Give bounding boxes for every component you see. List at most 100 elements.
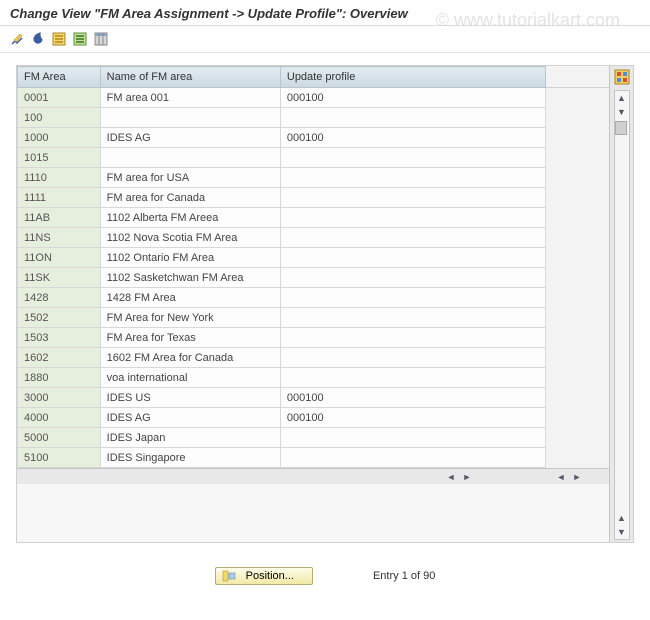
scroll-down-icon[interactable]: ▼	[615, 105, 629, 119]
table-row[interactable]: 11ON1102 Ontario FM Area	[18, 248, 610, 268]
undo-icon[interactable]	[29, 30, 47, 48]
cell-profile[interactable]	[280, 428, 545, 448]
table-row[interactable]: 14281428 FM Area	[18, 288, 610, 308]
cell-name[interactable]: 1602 FM Area for Canada	[100, 348, 280, 368]
cell-name[interactable]: 1102 Nova Scotia FM Area	[100, 228, 280, 248]
cell-fm-area[interactable]: 11AB	[18, 208, 101, 228]
cell-fm-area[interactable]: 3000	[18, 388, 101, 408]
table-row[interactable]: 5000IDES Japan	[18, 428, 610, 448]
scroll-left-icon[interactable]: ◄	[444, 470, 458, 484]
cell-profile[interactable]	[280, 148, 545, 168]
scrollbar-thumb[interactable]	[615, 121, 627, 135]
scroll-up-icon[interactable]: ▲	[615, 511, 629, 525]
table-row[interactable]: 4000IDES AG000100	[18, 408, 610, 428]
deselect-all-icon[interactable]	[71, 30, 89, 48]
cell-name[interactable]: 1428 FM Area	[100, 288, 280, 308]
cell-name[interactable]: IDES Singapore	[100, 448, 280, 468]
cell-fm-area[interactable]: 0001	[18, 88, 101, 108]
cell-fm-area[interactable]: 11NS	[18, 228, 101, 248]
cell-fm-area[interactable]: 100	[18, 108, 101, 128]
scroll-right-icon[interactable]: ►	[460, 470, 474, 484]
column-header-fm-area[interactable]: FM Area	[18, 67, 101, 88]
cell-name[interactable]: IDES Japan	[100, 428, 280, 448]
table-row[interactable]: 16021602 FM Area for Canada	[18, 348, 610, 368]
cell-name[interactable]: FM area for Canada	[100, 188, 280, 208]
cell-fm-area[interactable]: 1111	[18, 188, 101, 208]
cell-spacer	[545, 288, 609, 308]
cell-fm-area[interactable]: 1503	[18, 328, 101, 348]
cell-profile[interactable]: 000100	[280, 388, 545, 408]
cell-name[interactable]: FM Area for Texas	[100, 328, 280, 348]
cell-fm-area[interactable]: 1502	[18, 308, 101, 328]
table-row[interactable]: 5100IDES Singapore	[18, 448, 610, 468]
table-row[interactable]: 0001FM area 001000100	[18, 88, 610, 108]
cell-fm-area[interactable]: 5000	[18, 428, 101, 448]
scroll-right-icon[interactable]: ►	[570, 470, 584, 484]
cell-name[interactable]: IDES US	[100, 388, 280, 408]
cell-profile[interactable]	[280, 288, 545, 308]
scroll-left-icon[interactable]: ◄	[554, 470, 568, 484]
cell-fm-area[interactable]: 1880	[18, 368, 101, 388]
cell-fm-area[interactable]: 11ON	[18, 248, 101, 268]
cell-fm-area[interactable]: 1602	[18, 348, 101, 368]
horizontal-scrollbar[interactable]: ◄ ► ◄ ►	[17, 468, 609, 484]
entry-count-text: Entry 1 of 90	[373, 570, 435, 582]
cell-profile[interactable]	[280, 268, 545, 288]
cell-profile[interactable]: 000100	[280, 408, 545, 428]
cell-fm-area[interactable]: 1000	[18, 128, 101, 148]
table-row[interactable]: 1880voa international	[18, 368, 610, 388]
cell-name[interactable]: 1102 Sasketchwan FM Area	[100, 268, 280, 288]
cell-profile[interactable]	[280, 228, 545, 248]
table-row[interactable]: 11AB1102 Alberta FM Areea	[18, 208, 610, 228]
cell-fm-area[interactable]: 5100	[18, 448, 101, 468]
column-header-name[interactable]: Name of FM area	[100, 67, 280, 88]
position-button[interactable]: Position...	[215, 567, 313, 585]
cell-profile[interactable]	[280, 168, 545, 188]
scroll-up-icon[interactable]: ▲	[615, 91, 629, 105]
cell-profile[interactable]	[280, 448, 545, 468]
cell-profile[interactable]	[280, 328, 545, 348]
cell-spacer	[545, 348, 609, 368]
table-config-icon[interactable]	[613, 68, 631, 86]
scroll-down-icon[interactable]: ▼	[615, 525, 629, 539]
cell-profile[interactable]	[280, 108, 545, 128]
table-row[interactable]: 1111FM area for Canada	[18, 188, 610, 208]
cell-profile[interactable]	[280, 308, 545, 328]
table-row[interactable]: 100	[18, 108, 610, 128]
cell-fm-area[interactable]: 1015	[18, 148, 101, 168]
cell-name[interactable]	[100, 108, 280, 128]
cell-fm-area[interactable]: 1110	[18, 168, 101, 188]
cell-fm-area[interactable]: 11SK	[18, 268, 101, 288]
table-row[interactable]: 1503FM Area for Texas	[18, 328, 610, 348]
table-row[interactable]: 11NS1102 Nova Scotia FM Area	[18, 228, 610, 248]
cell-profile[interactable]	[280, 188, 545, 208]
table-row[interactable]: 1015	[18, 148, 610, 168]
cell-profile[interactable]: 000100	[280, 128, 545, 148]
table-row[interactable]: 3000IDES US000100	[18, 388, 610, 408]
table-row[interactable]: 1110FM area for USA	[18, 168, 610, 188]
cell-profile[interactable]	[280, 368, 545, 388]
cell-profile[interactable]	[280, 348, 545, 368]
cell-name[interactable]	[100, 148, 280, 168]
table-row[interactable]: 11SK1102 Sasketchwan FM Area	[18, 268, 610, 288]
table-row[interactable]: 1000IDES AG000100	[18, 128, 610, 148]
cell-name[interactable]: 1102 Alberta FM Areea	[100, 208, 280, 228]
table-row[interactable]: 1502FM Area for New York	[18, 308, 610, 328]
cell-name[interactable]: IDES AG	[100, 128, 280, 148]
vertical-scrollbar[interactable]: ▲ ▼ ▲ ▼	[614, 90, 630, 540]
cell-name[interactable]: voa international	[100, 368, 280, 388]
cell-fm-area[interactable]: 4000	[18, 408, 101, 428]
cell-name[interactable]: FM Area for New York	[100, 308, 280, 328]
cell-profile[interactable]: 000100	[280, 88, 545, 108]
toggle-display-icon[interactable]	[8, 30, 26, 48]
cell-profile[interactable]	[280, 248, 545, 268]
cell-name[interactable]: 1102 Ontario FM Area	[100, 248, 280, 268]
cell-fm-area[interactable]: 1428	[18, 288, 101, 308]
cell-name[interactable]: FM area for USA	[100, 168, 280, 188]
column-header-profile[interactable]: Update profile	[280, 67, 545, 88]
select-all-icon[interactable]	[50, 30, 68, 48]
cell-profile[interactable]	[280, 208, 545, 228]
table-settings-icon[interactable]	[92, 30, 110, 48]
cell-name[interactable]: IDES AG	[100, 408, 280, 428]
cell-name[interactable]: FM area 001	[100, 88, 280, 108]
